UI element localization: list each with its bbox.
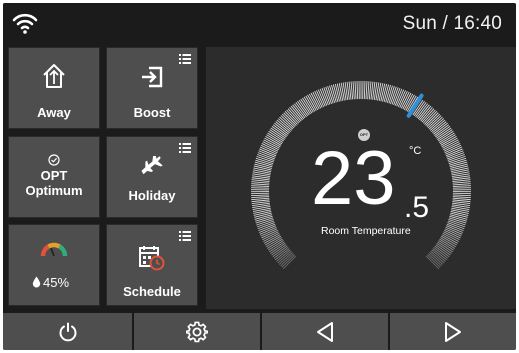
schedule-tile[interactable]: Schedule <box>106 224 198 306</box>
triangle-left-icon <box>317 321 333 342</box>
wifi-icon <box>12 13 38 34</box>
boost-enter-icon <box>142 66 163 88</box>
clock: Sun / 16:40 <box>402 13 502 34</box>
power-button[interactable] <box>3 313 134 350</box>
boost-tile[interactable]: Boost <box>106 47 198 129</box>
optimum-check-icon <box>48 154 60 166</box>
thermostat-screen: Sun / 16:40 Away Boost OPT Optimum Holid… <box>3 3 516 350</box>
away-tile[interactable]: Away <box>8 47 100 129</box>
previous-button[interactable] <box>262 313 390 350</box>
next-button[interactable] <box>390 313 516 350</box>
settings-button[interactable] <box>134 313 262 350</box>
list-menu-icon[interactable] <box>179 54 191 64</box>
holiday-label: Holiday <box>128 188 176 203</box>
temperature-integer: 23 <box>311 136 396 221</box>
bottom-bar <box>3 313 516 350</box>
gear-icon <box>186 321 208 342</box>
status-bar: Sun / 16:40 <box>3 3 516 43</box>
away-label: Away <box>37 105 71 120</box>
humidity-value: 45% <box>43 275 70 290</box>
holiday-tile[interactable]: Holiday <box>106 136 198 218</box>
schedule-label: Schedule <box>123 284 181 299</box>
optimum-label: Optimum <box>25 183 83 198</box>
humidity-tile[interactable]: 45% <box>8 224 100 306</box>
airplane-icon <box>141 156 163 175</box>
optimum-code: OPT <box>40 168 68 183</box>
temperature-decimal: .5 <box>404 191 430 224</box>
optimum-tile[interactable]: OPT Optimum <box>8 136 100 218</box>
power-icon <box>59 322 76 341</box>
humidity-gauge-icon <box>40 242 68 257</box>
water-drop-icon <box>32 276 41 288</box>
boost-label: Boost <box>133 105 171 120</box>
temperature-unit: °C <box>409 145 422 157</box>
triangle-right-icon <box>445 321 461 342</box>
away-home-icon <box>43 64 65 88</box>
calendar-clock-icon <box>139 246 165 271</box>
list-menu-icon[interactable] <box>179 143 191 153</box>
temperature-label: Room Temperature <box>321 225 411 237</box>
list-menu-icon[interactable] <box>179 231 191 241</box>
thermostat-panel: OPT 23 °C .5 Room Temperature <box>206 47 516 309</box>
